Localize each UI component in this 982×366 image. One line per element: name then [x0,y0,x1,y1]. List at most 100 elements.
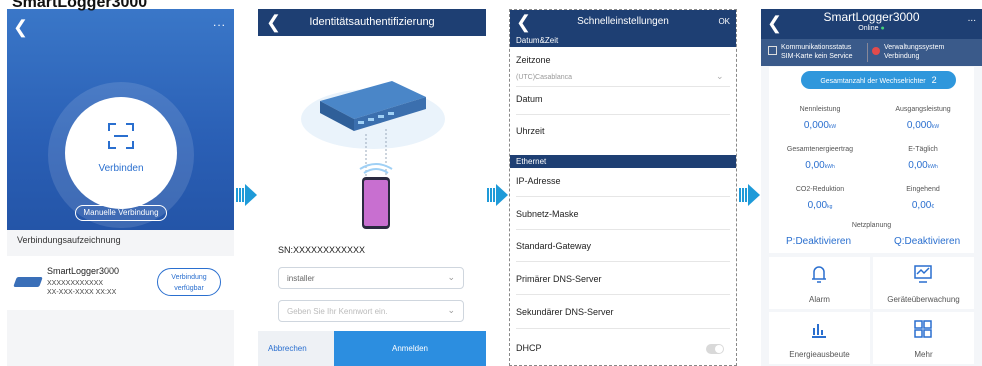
more-icon[interactable]: ... [968,13,976,24]
metric-cell: E-Täglich 0,00kWh [872,139,974,179]
online-dot-icon: ● [880,25,885,32]
metric-cell: Ausgangsleistung 0,000kW [872,99,974,139]
divider [516,294,730,295]
chevron-down-icon: ⌄ [447,272,455,282]
metric-label: Nennleistung [799,106,841,113]
wifi-icon: ▿ [107,265,112,274]
chevron-down-icon: ⌄ [447,305,455,315]
metric-label: Eingehend [906,186,940,193]
status-bar: Kommunikationsstatus SIM-Karte kein Servi… [761,39,982,66]
q-disable-link[interactable]: Q:Deaktivieren [894,236,960,247]
metric-cell: CO2-Reduktion 0,00kg [769,179,871,219]
metric-value: 0,000 [803,120,829,131]
alarm-bell-icon [812,266,826,283]
alert-icon [872,47,880,55]
grid-icon [914,320,932,338]
overview-nav: ❮ SmartLogger3000 Online ● ... [761,9,982,39]
more-icon[interactable]: ... [213,15,226,29]
auth-screen: ❮ Identitätsauthentifizierung SN:XXXXXXX… [258,9,486,366]
comm-status[interactable]: Kommunikationsstatus SIM-Karte kein Servi… [781,43,853,61]
login-button[interactable]: Anmelden [334,331,486,366]
ok-button[interactable]: OK [718,17,730,26]
flow-arrow-icon [487,184,509,206]
inverter-count: 2 [931,75,937,85]
connection-available-button[interactable]: Verbindung verfügbar [157,268,221,296]
tile-label: Mehr [914,350,933,359]
device-address: XX-XXX-XXXX XX:XX [47,289,117,296]
section-ethernet: Ethernet [510,155,736,168]
serial-number: SN:XXXXXXXXXXXX [278,245,366,255]
comm-status-title: Kommunikationsstatus [781,44,852,51]
divider [516,229,730,230]
mgmt-status[interactable]: Verwaltungssystem Verbindung [884,43,944,61]
metric-label: E-Täglich [908,146,938,153]
auth-nav: ❮ Identitätsauthentifizierung [258,9,486,36]
metric-unit: kW [931,124,940,130]
divider [516,196,730,197]
flow-arrow-icon [236,184,258,206]
cropped-app-title: SmartLogger3000 [12,0,148,11]
connect-hero: ❮ ... Verbinden Manuelle Verbindung [7,9,234,230]
metric-label: CO2-Reduktion [795,186,845,193]
dhcp-label: DHCP [516,343,542,353]
gateway-row[interactable]: Standard-Gateway [516,241,591,251]
date-row[interactable]: Datum [516,94,543,104]
metric-unit: kWh [824,164,835,170]
device-sn: XXXXXXXXXXXX [47,280,104,287]
metric-label: Gesamtenergieertrag [786,146,854,153]
section-datetime: Datum&Zeit [510,34,736,47]
online-status: Online ● [761,25,982,32]
primary-dns-row[interactable]: Primärer DNS-Server [516,274,602,284]
metric-cell: Eingehend 0,00€ [872,179,974,219]
records-title: Verbindungsaufzeichnung [17,235,121,245]
settings-title: Schnelleinstellungen [577,16,669,27]
sim-icon [768,46,777,55]
comm-status-value: SIM-Karte kein Service [781,53,853,60]
timezone-value[interactable]: (UTC)Casablanca [516,74,572,81]
secondary-dns-row[interactable]: Sekundärer DNS-Server [516,307,614,317]
dhcp-toggle[interactable] [706,344,724,354]
time-row[interactable]: Uhrzeit [516,126,545,136]
settings-nav: ❮ Schnelleinstellungen OK [510,10,736,34]
p-disable-link[interactable]: P:Deaktivieren [786,236,851,247]
divider [516,328,730,329]
ip-address-row[interactable]: IP-Adresse [516,176,561,186]
metric-value: 0,00 [807,200,828,211]
metric-unit: kWh [927,164,938,170]
manual-connection-button[interactable]: Manuelle Verbindung [75,205,167,221]
cancel-button[interactable]: Abbrechen [268,344,307,353]
tile-label: Geräteüberwachung [887,295,960,304]
timezone-label: Zeitzone [516,55,551,65]
connect-button[interactable]: Verbinden [65,97,177,209]
metric-unit: € [931,204,935,210]
alarm-tile[interactable]: Alarm [769,257,870,309]
back-icon[interactable]: ❮ [13,17,28,38]
device-title: SmartLogger3000 [823,10,920,24]
inverter-count-badge[interactable]: Gesamtanzahl der Wechselrichter 2 [801,71,956,89]
scan-icon [108,123,134,149]
tile-label: Alarm [809,295,830,304]
more-tile[interactable]: Mehr [873,312,974,364]
energy-yield-tile[interactable]: Energieausbeute [769,312,870,364]
metric-value: 0,000 [906,120,932,131]
divider [867,43,868,62]
device-record[interactable]: SmartLogger3000 ▿ XXXXXXXXXXXX XX-XXX-XX… [7,256,234,310]
device-image [13,277,43,287]
inverter-count-label: Gesamtanzahl der Wechselrichter [820,78,926,85]
password-field[interactable]: Geben Sie Ihr Kennwort ein. ⌄ [278,300,464,322]
connect-screen: ❮ ... Verbinden Manuelle Verbindung Verb… [7,9,234,366]
chevron-down-icon[interactable]: ⌄ [716,71,724,82]
divider [516,114,730,115]
metric-cell: Nennleistung 0,000kW [769,99,871,139]
device-monitoring-tile[interactable]: Geräteüberwachung [873,257,974,309]
divider [516,86,730,87]
subnet-mask-row[interactable]: Subnetz-Maske [516,209,579,219]
metrics-panel: Gesamtanzahl der Wechselrichter 2 Nennlei… [769,67,974,253]
metric-unit: kW [828,124,837,130]
mgmt-status-title: Verwaltungssystem [884,44,945,51]
tile-label: Energieausbeute [789,350,850,359]
grid-planning-label: Netzplanung [851,222,892,229]
metric-value: 0,00 [908,160,928,171]
metric-label: Ausgangsleistung [895,106,951,113]
username-select[interactable]: installer ⌄ [278,267,464,289]
